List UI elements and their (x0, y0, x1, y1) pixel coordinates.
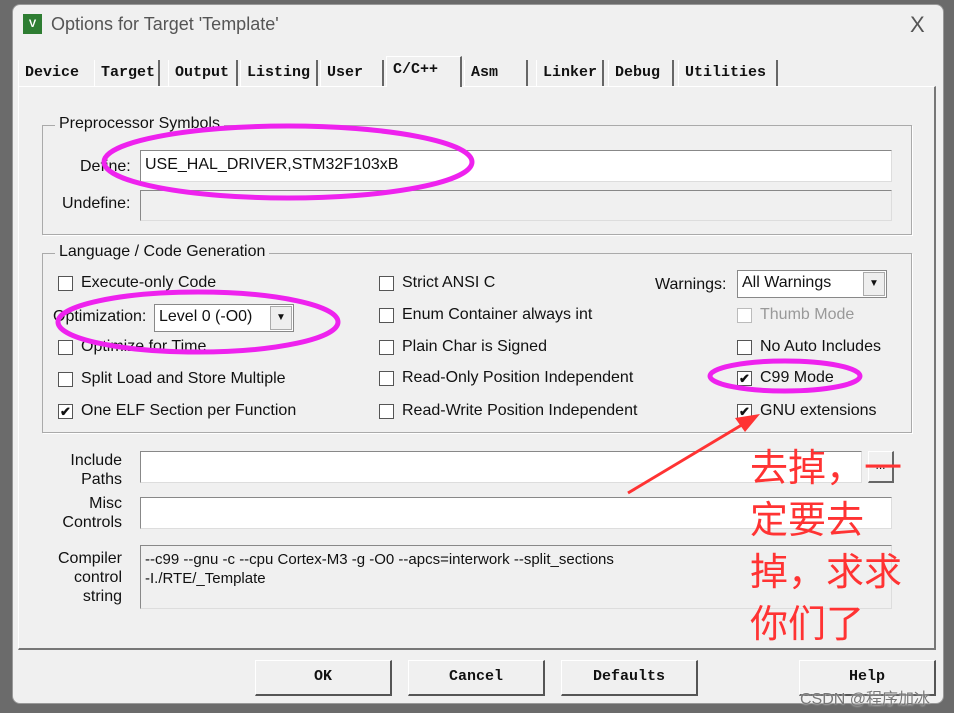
tab-cc[interactable]: C/C++ (386, 56, 462, 87)
arrow-head-icon (735, 414, 760, 432)
watermark: CSDN @程序加冰 (800, 691, 931, 708)
c99-highlight-ellipse (707, 358, 863, 394)
arrow-line (627, 418, 751, 495)
annotation-line: 定要去 (750, 498, 865, 542)
optimization-highlight-ellipse (55, 289, 341, 355)
annotation-line: 掉，求求 (750, 550, 903, 594)
define-highlight-ellipse (101, 123, 475, 201)
annotation-text: 去掉，一 定要去 掉，求求 你们了 (750, 442, 902, 650)
annotation-line: 去掉，一 (750, 446, 903, 490)
annotation-line: 你们了 (750, 602, 865, 646)
